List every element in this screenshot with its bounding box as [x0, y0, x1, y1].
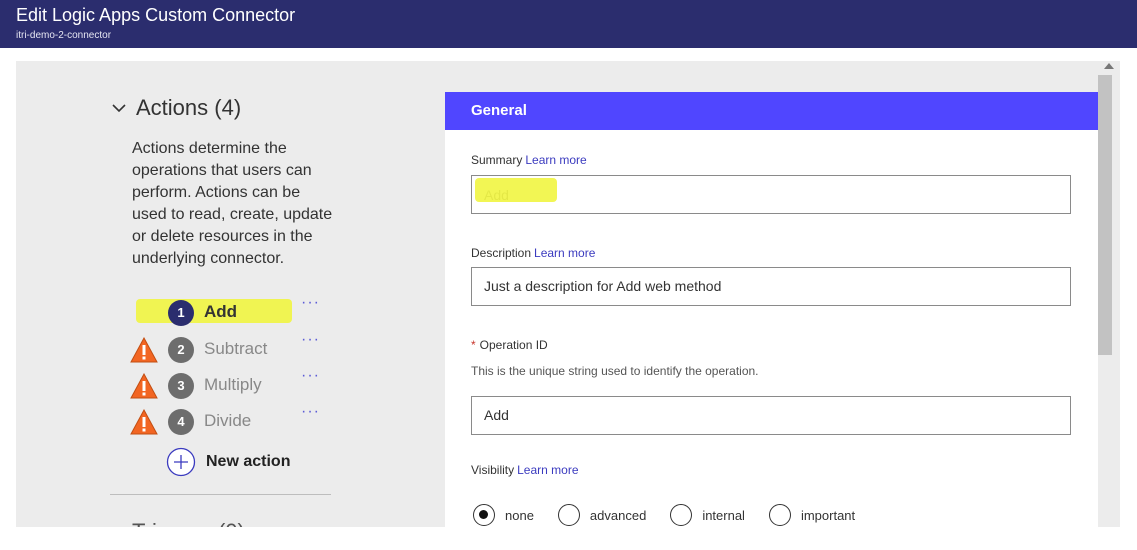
operation-id-input[interactable]: Add — [471, 396, 1071, 435]
action-label: Multiply — [204, 375, 262, 394]
section-divider — [110, 494, 331, 495]
description-label: Description Learn more — [471, 246, 596, 260]
action-label: Add — [204, 302, 238, 321]
more-icon[interactable]: ··· — [301, 367, 320, 385]
plus-circle-icon — [166, 447, 196, 477]
action-number: 4 — [168, 409, 194, 435]
actions-title: Actions (4) — [136, 95, 242, 120]
summary-input[interactable] — [471, 175, 1071, 214]
scroll-up-icon[interactable] — [1104, 63, 1114, 69]
action-item-add[interactable]: 1 Add ··· — [130, 294, 350, 330]
new-action-button[interactable]: New action — [166, 447, 290, 477]
more-icon[interactable]: ··· — [301, 331, 320, 349]
triggers-section-title[interactable]: Triggers (0) — [132, 519, 245, 527]
description-learn-more-link[interactable]: Learn more — [534, 246, 595, 260]
operation-id-label: * Operation ID — [471, 338, 548, 352]
action-label: Subtract — [204, 339, 268, 358]
warning-icon — [130, 409, 158, 435]
radio-icon[interactable] — [557, 504, 580, 526]
editor-panel: Actions (4) Actions determine the operat… — [16, 61, 1120, 527]
more-icon[interactable]: ··· — [301, 294, 320, 312]
scrollbar-thumb[interactable] — [1098, 75, 1112, 355]
radio-checked-icon[interactable] — [473, 504, 495, 526]
action-item-subtract[interactable]: 2 Subtract ··· — [130, 331, 350, 367]
visibility-option-advanced[interactable]: advanced — [557, 504, 646, 526]
visibility-option-internal[interactable]: internal — [670, 504, 745, 526]
action-label: Divide — [204, 411, 252, 430]
app-header: Edit Logic Apps Custom Connector itri-de… — [0, 0, 1137, 48]
action-number: 3 — [168, 373, 194, 399]
general-card: General SummaryLearn more DescriptionLea… — [445, 92, 1098, 527]
operation-id-help: This is the unique string used to identi… — [471, 364, 759, 378]
visibility-learn-more-link[interactable]: Learn more — [517, 463, 578, 477]
vertical-scrollbar[interactable] — [1098, 61, 1120, 527]
visibility-label: Visibility Learn more — [471, 463, 579, 477]
radio-icon[interactable] — [670, 504, 693, 526]
action-number: 1 — [168, 300, 194, 326]
connector-name: itri-demo-2-connector — [16, 30, 112, 41]
action-item-multiply[interactable]: 3 Multiply ··· — [130, 367, 350, 403]
actions-section-toggle[interactable]: Actions (4) — [110, 95, 241, 121]
chevron-down-icon — [112, 104, 126, 113]
visibility-option-none[interactable]: none — [473, 504, 534, 526]
visibility-option-important[interactable]: important — [768, 504, 855, 526]
action-item-divide[interactable]: 4 Divide ··· — [130, 403, 350, 439]
radio-icon[interactable] — [768, 504, 791, 526]
visibility-radio-group: none advanced internal important — [473, 504, 879, 526]
warning-icon — [130, 337, 158, 363]
description-input[interactable]: Just a description for Add web method — [471, 267, 1071, 306]
action-number: 2 — [168, 337, 194, 363]
new-action-label: New action — [206, 453, 291, 470]
summary-learn-more-link[interactable]: Learn more — [525, 153, 586, 167]
warning-icon — [130, 373, 158, 399]
summary-label: Summary Learn more — [471, 153, 587, 167]
general-header: General — [445, 92, 1098, 130]
actions-description: Actions determine the operations that us… — [132, 140, 333, 267]
page-title: Edit Logic Apps Custom Connector — [16, 5, 296, 25]
more-icon[interactable]: ··· — [301, 403, 320, 421]
